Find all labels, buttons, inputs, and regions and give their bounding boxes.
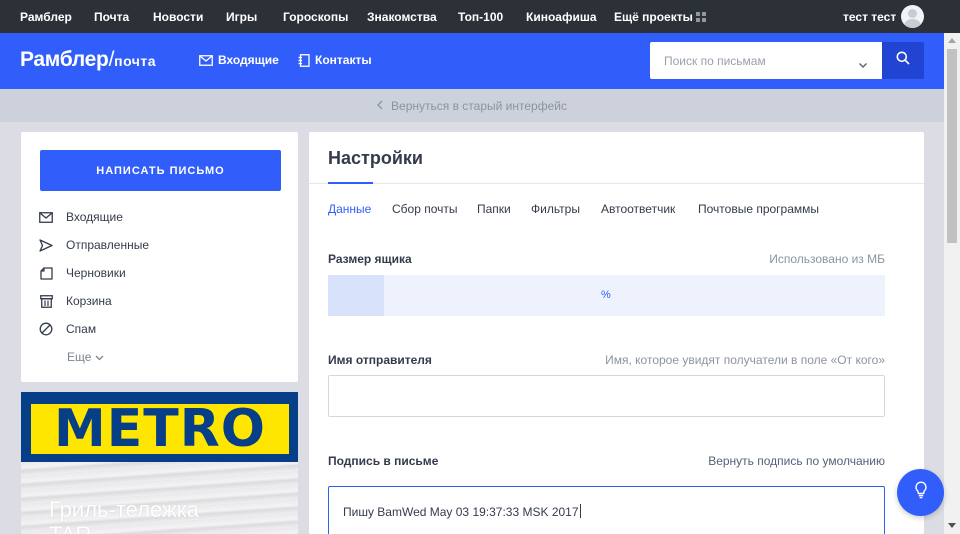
ad-text-line1: Гриль-тележка — [49, 497, 200, 522]
search-icon — [896, 51, 910, 70]
sender-name-field[interactable] — [328, 375, 885, 417]
folders-sidebar: НАПИСАТЬ ПИСЬМО Входящие Отправленные Че… — [21, 132, 298, 382]
envelope-icon — [38, 209, 54, 225]
grid-icon[interactable] — [696, 12, 706, 22]
envelope-icon — [199, 54, 213, 66]
header-contacts-label: Контакты — [315, 53, 372, 67]
ad-text-line2: TAR... — [49, 522, 110, 534]
old-interface-strip: Вернуться в старый интерфейс — [0, 89, 944, 122]
folder-inbox[interactable]: Входящие — [38, 207, 123, 227]
draft-icon — [38, 265, 54, 281]
topnav-link-news[interactable]: Новости — [153, 10, 203, 24]
folder-label: Спам — [66, 322, 97, 336]
search-input[interactable] — [650, 42, 850, 79]
mail-header: Рамблер/почта Входящие Контакты — [0, 33, 960, 89]
signature-label: Подпись в письме — [328, 454, 439, 468]
more-label: Еще — [67, 350, 92, 364]
tab-data[interactable]: Данные — [328, 202, 371, 216]
tab-folders[interactable]: Папки — [477, 202, 511, 216]
chevron-left-icon — [377, 99, 383, 113]
mailbox-size-label: Размер ящика — [328, 252, 412, 266]
page-scrollbar[interactable] — [944, 33, 960, 534]
scroll-down-arrow-icon[interactable] — [948, 523, 956, 528]
topnav-link-kinoafisha[interactable]: Киноафиша — [526, 10, 597, 24]
title-divider — [309, 183, 924, 184]
topnav-link-rambler[interactable]: Рамблер — [20, 10, 72, 24]
avatar[interactable] — [901, 5, 924, 28]
folder-sent[interactable]: Отправленные — [38, 235, 149, 255]
sender-name-hint: Имя, которое увидят получатели в поле «О… — [605, 353, 885, 367]
chevron-down-icon — [95, 350, 104, 364]
folder-label: Корзина — [66, 294, 112, 308]
tab-mail-collection[interactable]: Сбор почты — [392, 202, 458, 216]
folder-label: Входящие — [66, 210, 123, 224]
folder-drafts[interactable]: Черновики — [38, 263, 126, 283]
title-underline — [328, 182, 373, 184]
spam-icon — [38, 321, 54, 337]
ad-logo-plate: METRO — [31, 399, 289, 459]
topnav-link-horoscopes[interactable]: Гороскопы — [283, 10, 348, 24]
header-inbox-label: Входящие — [218, 53, 279, 67]
mailbox-quota-bar: % — [328, 275, 885, 316]
top-navigation-bar: Рамблер Почта Новости Игры Гороскопы Зна… — [0, 0, 960, 33]
folder-label: Черновики — [66, 266, 126, 280]
topnav-link-mail[interactable]: Почта — [94, 10, 129, 24]
back-to-old-interface-link[interactable]: Вернуться в старый интерфейс — [377, 99, 567, 113]
topnav-link-top100[interactable]: Топ-100 — [458, 10, 503, 24]
compose-button[interactable]: НАПИСАТЬ ПИСЬМО — [40, 150, 281, 191]
sender-name-label: Имя отправителя — [328, 353, 432, 367]
topnav-link-dating[interactable]: Знакомства — [367, 10, 437, 24]
topnav-link-more-projects[interactable]: Ещё проекты — [614, 10, 693, 24]
tab-mail-programs[interactable]: Почтовые программы — [698, 202, 819, 216]
signature-value: Пишу BamWed May 03 19:37:33 MSK 2017 — [343, 505, 579, 519]
scrollbar-thumb[interactable] — [947, 49, 957, 243]
tips-button[interactable] — [897, 469, 944, 516]
logo-sub-text: почта — [114, 53, 157, 69]
send-icon — [38, 237, 54, 253]
metro-logo: METRO — [54, 399, 266, 459]
contacts-book-icon — [298, 53, 310, 67]
settings-panel: Настройки Данные Сбор почты Папки Фильтр… — [309, 132, 924, 534]
more-folders-toggle[interactable]: Еще — [67, 350, 104, 364]
tab-filters[interactable]: Фильтры — [531, 202, 580, 216]
back-link-label: Вернуться в старый интерфейс — [391, 98, 567, 113]
header-contacts-link[interactable]: Контакты — [298, 53, 372, 67]
mailbox-size-hint: Использовано из МБ — [769, 252, 885, 266]
quota-percent: % — [601, 289, 611, 301]
user-name[interactable]: тест тест — [843, 10, 896, 24]
quota-fill — [328, 275, 384, 316]
folder-trash[interactable]: Корзина — [38, 291, 112, 311]
ad-logo-area: METRO — [21, 392, 298, 462]
ad-banner[interactable]: METRO Гриль-тележка TAR... — [21, 392, 298, 534]
tab-autoresponder[interactable]: Автоответчик — [601, 202, 675, 216]
header-inbox-link[interactable]: Входящие — [199, 53, 279, 67]
chevron-down-icon[interactable] — [858, 56, 868, 74]
folder-spam[interactable]: Спам — [38, 319, 96, 339]
signature-field[interactable]: Пишу BamWed May 03 19:37:33 MSK 2017 — [328, 486, 885, 534]
lightbulb-icon — [914, 481, 928, 504]
scroll-up-arrow-icon[interactable] — [948, 38, 956, 43]
logo-main-text: Рамблер — [20, 48, 109, 71]
trash-icon — [38, 293, 54, 309]
page-title: Настройки — [328, 148, 423, 168]
folder-label: Отправленные — [66, 238, 150, 252]
topnav-link-games[interactable]: Игры — [226, 10, 257, 24]
reset-signature-link[interactable]: Вернуть подпись по умолчанию — [708, 454, 885, 468]
rambler-mail-logo[interactable]: Рамблер/почта — [20, 48, 156, 72]
signature-text: Пишу BamWed May 03 19:37:33 MSK 2017 — [343, 504, 581, 519]
search-button[interactable] — [882, 42, 924, 79]
search-box — [650, 42, 882, 79]
text-caret — [579, 504, 581, 518]
